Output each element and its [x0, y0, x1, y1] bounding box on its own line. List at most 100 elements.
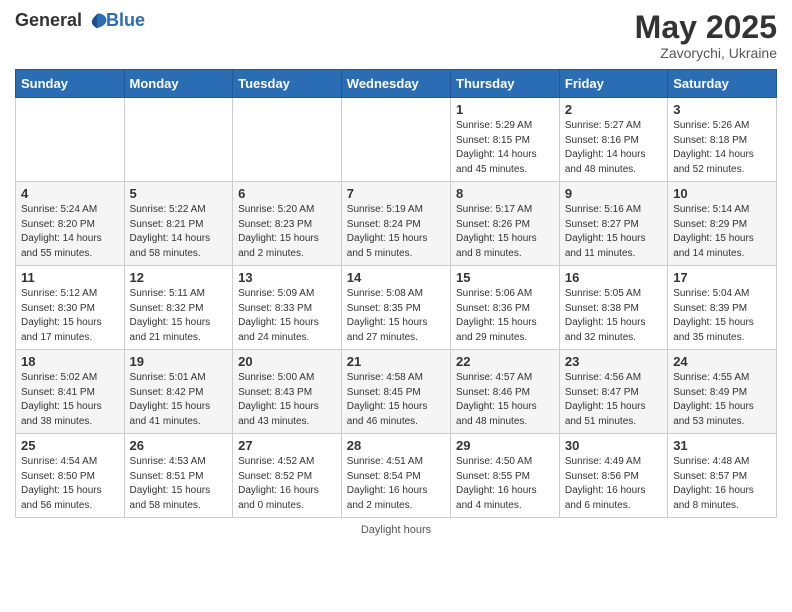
day-info: Sunrise: 4:56 AM Sunset: 8:47 PM Dayligh… [565, 371, 662, 429]
calendar-cell [233, 98, 342, 182]
calendar-cell: 21 Sunrise: 4:58 AM Sunset: 8:45 PM Dayli… [341, 350, 450, 434]
day-info: Sunrise: 4:55 AM Sunset: 8:49 PM Dayligh… [673, 371, 771, 429]
day-number: 18 [21, 354, 119, 369]
calendar-cell: 16Sunrise: 5:05 AM Sunset: 8:38 PM Dayli… [559, 266, 667, 350]
title-block: May 2025 Zavorychi, Ukraine [635, 10, 777, 61]
day-info: Sunrise: 4:49 AM Sunset: 8:56 PM Dayligh… [565, 455, 662, 513]
day-number: 30 [565, 438, 662, 453]
calendar-cell: 17 Sunrise: 5:04 AM Sunset: 8:39 PM Dayli… [668, 266, 777, 350]
calendar-cell: 14 Sunrise: 5:08 AM Sunset: 8:35 PM Dayli… [341, 266, 450, 350]
calendar-cell: 8 Sunrise: 5:17 AM Sunset: 8:26 PM Daylig… [451, 182, 560, 266]
day-info: Sunrise: 5:22 AM Sunset: 8:21 PM Dayligh… [130, 203, 228, 261]
day-info: Sunrise: 5:14 AM Sunset: 8:29 PM Dayligh… [673, 203, 771, 261]
day-info: Sunrise: 5:12 AM Sunset: 8:30 PM Dayligh… [21, 287, 119, 345]
day-info: Sunrise: 5:17 AM Sunset: 8:26 PM Dayligh… [456, 203, 554, 261]
calendar-cell [16, 98, 125, 182]
calendar-cell: 20Sunrise: 5:00 AM Sunset: 8:43 PM Dayli… [233, 350, 342, 434]
logo-bird-icon [86, 12, 108, 30]
day-number: 15 [456, 270, 554, 285]
calendar-cell: 5 Sunrise: 5:22 AM Sunset: 8:21 PM Daylig… [124, 182, 233, 266]
day-number: 27 [238, 438, 336, 453]
calendar-cell: 30 Sunrise: 4:49 AM Sunset: 8:56 PM Dayli… [559, 434, 667, 518]
day-number: 31 [673, 438, 771, 453]
day-info: Sunrise: 5:09 AM Sunset: 8:33 PM Dayligh… [238, 287, 336, 345]
calendar-cell: 31 Sunrise: 4:48 AM Sunset: 8:57 PM Dayli… [668, 434, 777, 518]
day-number: 4 [21, 186, 119, 201]
day-number: 17 [673, 270, 771, 285]
calendar-cell: 29 Sunrise: 4:50 AM Sunset: 8:55 PM Dayli… [451, 434, 560, 518]
calendar-day-header: Tuesday [233, 70, 342, 98]
main-title: May 2025 [635, 10, 777, 45]
calendar-cell: 11Sunrise: 5:12 AM Sunset: 8:30 PM Dayli… [16, 266, 125, 350]
logo-general-text: General [15, 10, 82, 31]
subtitle: Zavorychi, Ukraine [635, 45, 777, 61]
calendar-week-row: 4 Sunrise: 5:24 AM Sunset: 8:20 PM Daylig… [16, 182, 777, 266]
day-info: Sunrise: 5:08 AM Sunset: 8:35 PM Dayligh… [347, 287, 445, 345]
calendar-cell: 27Sunrise: 4:52 AM Sunset: 8:52 PM Dayli… [233, 434, 342, 518]
logo-blue-text: Blue [106, 10, 145, 31]
calendar-day-header: Sunday [16, 70, 125, 98]
day-number: 1 [456, 102, 554, 117]
day-info: Sunrise: 5:19 AM Sunset: 8:24 PM Dayligh… [347, 203, 445, 261]
day-number: 24 [673, 354, 771, 369]
calendar-cell: 18Sunrise: 5:02 AM Sunset: 8:41 PM Dayli… [16, 350, 125, 434]
calendar-week-row: 25 Sunrise: 4:54 AM Sunset: 8:50 PM Dayli… [16, 434, 777, 518]
day-number: 3 [673, 102, 771, 117]
calendar-week-row: 18Sunrise: 5:02 AM Sunset: 8:41 PM Dayli… [16, 350, 777, 434]
day-info: Sunrise: 5:11 AM Sunset: 8:32 PM Dayligh… [130, 287, 228, 345]
day-info: Sunrise: 5:24 AM Sunset: 8:20 PM Dayligh… [21, 203, 119, 261]
day-info: Sunrise: 4:48 AM Sunset: 8:57 PM Dayligh… [673, 455, 771, 513]
page-header: General Blue May 2025 Zavorychi, Ukraine [15, 10, 777, 61]
day-info: Sunrise: 5:27 AM Sunset: 8:16 PM Dayligh… [565, 119, 662, 177]
day-info: Sunrise: 5:04 AM Sunset: 8:39 PM Dayligh… [673, 287, 771, 345]
calendar-table: SundayMondayTuesdayWednesdayThursdayFrid… [15, 69, 777, 518]
day-info: Sunrise: 5:06 AM Sunset: 8:36 PM Dayligh… [456, 287, 554, 345]
day-info: Sunrise: 5:01 AM Sunset: 8:42 PM Dayligh… [130, 371, 228, 429]
calendar-cell: 6Sunrise: 5:20 AM Sunset: 8:23 PM Daylig… [233, 182, 342, 266]
calendar-cell [341, 98, 450, 182]
day-number: 10 [673, 186, 771, 201]
logo: General Blue [15, 10, 145, 31]
day-info: Sunrise: 5:29 AM Sunset: 8:15 PM Dayligh… [456, 119, 554, 177]
calendar-cell: 2 Sunrise: 5:27 AM Sunset: 8:16 PM Daylig… [559, 98, 667, 182]
day-number: 13 [238, 270, 336, 285]
calendar-cell: 19Sunrise: 5:01 AM Sunset: 8:42 PM Dayli… [124, 350, 233, 434]
day-info: Sunrise: 4:50 AM Sunset: 8:55 PM Dayligh… [456, 455, 554, 513]
day-number: 7 [347, 186, 445, 201]
day-number: 14 [347, 270, 445, 285]
footer-note: Daylight hours [15, 524, 777, 536]
day-number: 22 [456, 354, 554, 369]
day-number: 2 [565, 102, 662, 117]
calendar-day-header: Wednesday [341, 70, 450, 98]
calendar-cell: 25 Sunrise: 4:54 AM Sunset: 8:50 PM Dayli… [16, 434, 125, 518]
calendar-cell: 1 Sunrise: 5:29 AM Sunset: 8:15 PM Daylig… [451, 98, 560, 182]
calendar-day-header: Friday [559, 70, 667, 98]
day-number: 25 [21, 438, 119, 453]
calendar-cell: 4 Sunrise: 5:24 AM Sunset: 8:20 PM Daylig… [16, 182, 125, 266]
calendar-cell: 15 Sunrise: 5:06 AM Sunset: 8:36 PM Dayli… [451, 266, 560, 350]
calendar-cell: 7 Sunrise: 5:19 AM Sunset: 8:24 PM Daylig… [341, 182, 450, 266]
calendar-cell: 9Sunrise: 5:16 AM Sunset: 8:27 PM Daylig… [559, 182, 667, 266]
day-number: 23 [565, 354, 662, 369]
calendar-day-header: Monday [124, 70, 233, 98]
day-info: Sunrise: 4:58 AM Sunset: 8:45 PM Dayligh… [347, 371, 445, 429]
calendar-cell: 3Sunrise: 5:26 AM Sunset: 8:18 PM Daylig… [668, 98, 777, 182]
day-number: 26 [130, 438, 228, 453]
day-number: 16 [565, 270, 662, 285]
calendar-cell: 10 Sunrise: 5:14 AM Sunset: 8:29 PM Dayli… [668, 182, 777, 266]
calendar-cell: 13 Sunrise: 5:09 AM Sunset: 8:33 PM Dayli… [233, 266, 342, 350]
calendar-cell: 26Sunrise: 4:53 AM Sunset: 8:51 PM Dayli… [124, 434, 233, 518]
day-info: Sunrise: 4:54 AM Sunset: 8:50 PM Dayligh… [21, 455, 119, 513]
day-number: 5 [130, 186, 228, 201]
calendar-day-header: Thursday [451, 70, 560, 98]
day-info: Sunrise: 5:00 AM Sunset: 8:43 PM Dayligh… [238, 371, 336, 429]
day-number: 8 [456, 186, 554, 201]
calendar-week-row: 11Sunrise: 5:12 AM Sunset: 8:30 PM Dayli… [16, 266, 777, 350]
calendar-week-row: 1 Sunrise: 5:29 AM Sunset: 8:15 PM Daylig… [16, 98, 777, 182]
day-info: Sunrise: 5:16 AM Sunset: 8:27 PM Dayligh… [565, 203, 662, 261]
day-number: 21 [347, 354, 445, 369]
day-number: 29 [456, 438, 554, 453]
calendar-day-header: Saturday [668, 70, 777, 98]
calendar-cell: 22Sunrise: 4:57 AM Sunset: 8:46 PM Dayli… [451, 350, 560, 434]
calendar-header-row: SundayMondayTuesdayWednesdayThursdayFrid… [16, 70, 777, 98]
